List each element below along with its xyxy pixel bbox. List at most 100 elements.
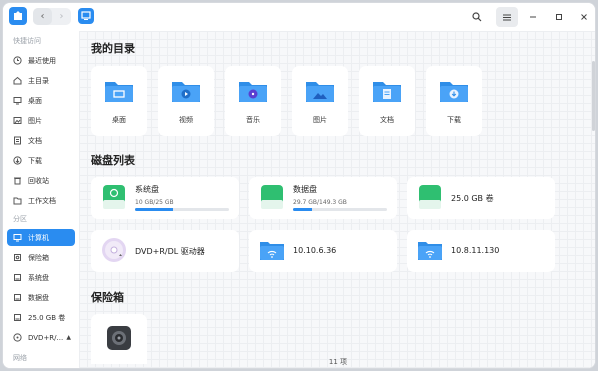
main-content: 我的目录 桌面 视频 音乐 图片 文档 下载 磁盘列表 系统盘 10 GB/25… xyxy=(79,31,595,368)
disk-name: 25.0 GB 卷 xyxy=(451,194,494,203)
dir-label: 桌面 xyxy=(112,116,126,124)
disk-name: 10.8.11.130 xyxy=(451,246,500,255)
sidebar-item-label: 下载 xyxy=(28,156,42,165)
eject-icon[interactable]: ▲ xyxy=(66,334,71,341)
disk-card-network-1[interactable]: 10.10.6.36 xyxy=(249,230,397,272)
sidebar-item-computer[interactable]: 计算机 xyxy=(7,229,75,246)
sidebar-item-trash[interactable]: 回收站 xyxy=(7,172,75,189)
network-folder-icon xyxy=(418,242,442,260)
sidebar-item-label: 图片 xyxy=(28,116,42,125)
close-icon[interactable] xyxy=(573,7,595,27)
sidebar-group-network: 网络 xyxy=(13,354,27,362)
system-disk-icon xyxy=(103,185,125,209)
music-folder-icon xyxy=(239,82,267,102)
sidebar-item-desktop[interactable]: 桌面 xyxy=(7,92,75,109)
sidebar-item-dvd[interactable]: DVD+R/... ▲ xyxy=(7,329,75,346)
disk-name: 数据盘 xyxy=(293,185,317,194)
file-manager-window: ‹ › 快捷访问 最近使用 主目录 桌面 图片 文档 下载 回收站 工作文档 分… xyxy=(2,2,596,369)
dir-label: 视频 xyxy=(179,116,193,124)
sidebar: 快捷访问 最近使用 主目录 桌面 图片 文档 下载 回收站 工作文档 分区 计算… xyxy=(3,31,79,368)
sidebar-item-label: 保险箱 xyxy=(28,253,49,262)
disk-card-network-2[interactable]: 10.8.11.130 xyxy=(407,230,555,272)
chevron-left-icon[interactable]: ‹ xyxy=(33,8,52,25)
sidebar-item-system-disk[interactable]: 系统盘 xyxy=(7,269,75,286)
menu-icon[interactable] xyxy=(496,7,518,27)
clock-icon xyxy=(13,56,22,65)
sidebar-item-label: 计算机 xyxy=(28,233,49,242)
section-title-directories: 我的目录 xyxy=(91,42,135,55)
disk-card-data[interactable]: 数据盘 29.7 GB/149.3 GB xyxy=(249,177,397,219)
vault-icon xyxy=(13,253,22,262)
section-title-disks: 磁盘列表 xyxy=(91,154,135,167)
sidebar-item-pictures[interactable]: 图片 xyxy=(7,112,75,129)
dir-card-videos[interactable]: 视频 xyxy=(158,66,214,136)
data-disk-icon xyxy=(261,185,283,209)
disk-card-25gb-volume[interactable]: 25.0 GB 卷 xyxy=(407,177,555,219)
sidebar-item-label: 桌面 xyxy=(28,96,42,105)
sidebar-item-data-disk[interactable]: 数据盘 xyxy=(7,289,75,306)
picture-folder-icon xyxy=(306,82,334,102)
disk-size: 29.7 GB/149.3 GB xyxy=(293,199,347,206)
sidebar-item-vault[interactable]: 保险箱 xyxy=(7,249,75,266)
sidebar-item-documents[interactable]: 文档 xyxy=(7,132,75,149)
dir-card-music[interactable]: 音乐 xyxy=(225,66,281,136)
home-icon xyxy=(13,76,22,85)
disk-card-system[interactable]: 系统盘 10 GB/25 GB xyxy=(91,177,239,219)
sidebar-item-home[interactable]: 主目录 xyxy=(7,72,75,89)
download-icon xyxy=(13,156,22,165)
dvd-icon xyxy=(13,333,22,342)
maximize-icon[interactable] xyxy=(548,7,570,27)
network-folder-icon xyxy=(260,242,284,260)
dir-card-desktop[interactable]: 桌面 xyxy=(91,66,147,136)
volume-disk-icon xyxy=(419,185,441,209)
sidebar-item-label: 最近使用 xyxy=(28,56,56,65)
search-icon[interactable] xyxy=(466,7,488,27)
sidebar-item-work-docs[interactable]: 工作文档 xyxy=(7,192,75,209)
chevron-right-icon[interactable]: › xyxy=(52,8,71,25)
section-title-vault: 保险箱 xyxy=(91,291,124,304)
scrollbar[interactable] xyxy=(592,61,595,131)
sidebar-item-25gb-volume[interactable]: 25.0 GB 卷 xyxy=(7,309,75,326)
sidebar-item-label: 25.0 GB 卷 xyxy=(28,313,66,322)
disk-usage-fill xyxy=(293,208,312,211)
dir-card-downloads[interactable]: 下载 xyxy=(426,66,482,136)
sidebar-group-quick-access: 快捷访问 xyxy=(13,37,41,45)
dir-card-documents[interactable]: 文档 xyxy=(359,66,415,136)
document-folder-icon xyxy=(373,82,401,102)
dir-card-pictures[interactable]: 图片 xyxy=(292,66,348,136)
disk-icon xyxy=(13,273,22,282)
computer-breadcrumb-icon[interactable] xyxy=(78,8,94,24)
sidebar-item-recent[interactable]: 最近使用 xyxy=(7,52,75,69)
dir-label: 下载 xyxy=(447,116,461,124)
disk-size: 10 GB/25 GB xyxy=(135,199,174,206)
desktop-folder-icon xyxy=(105,82,133,102)
disk-usage-bar xyxy=(135,208,229,211)
safe-icon xyxy=(107,326,131,350)
dvd-drive-icon xyxy=(102,238,126,262)
disk-icon xyxy=(13,293,22,302)
folder-icon xyxy=(13,196,22,205)
sidebar-item-downloads[interactable]: 下载 xyxy=(7,152,75,169)
sidebar-item-label: 数据盘 xyxy=(28,293,49,302)
sidebar-item-label: DVD+R/... xyxy=(28,333,64,342)
status-bar-count: 11 项 xyxy=(328,358,348,366)
sidebar-item-label: 主目录 xyxy=(28,76,49,85)
download-folder-icon xyxy=(440,82,468,102)
disk-card-dvd[interactable]: DVD+R/DL 驱动器 xyxy=(91,230,239,272)
disk-usage-fill xyxy=(135,208,173,211)
disk-name: 系统盘 xyxy=(135,185,159,194)
disk-usage-bar xyxy=(293,208,387,211)
disk-name: 10.10.6.36 xyxy=(293,246,337,255)
dir-label: 图片 xyxy=(313,116,327,124)
computer-icon xyxy=(13,233,22,242)
sidebar-item-label: 工作文档 xyxy=(28,196,56,205)
desktop-icon xyxy=(13,96,22,105)
trash-icon xyxy=(13,176,22,185)
document-icon xyxy=(13,136,22,145)
sidebar-item-label: 系统盘 xyxy=(28,273,49,282)
app-logo-icon[interactable] xyxy=(9,7,27,25)
minimize-icon[interactable] xyxy=(522,7,544,27)
sidebar-item-label: 回收站 xyxy=(28,176,49,185)
dir-label: 音乐 xyxy=(246,116,260,124)
disk-name: DVD+R/DL 驱动器 xyxy=(135,247,205,256)
